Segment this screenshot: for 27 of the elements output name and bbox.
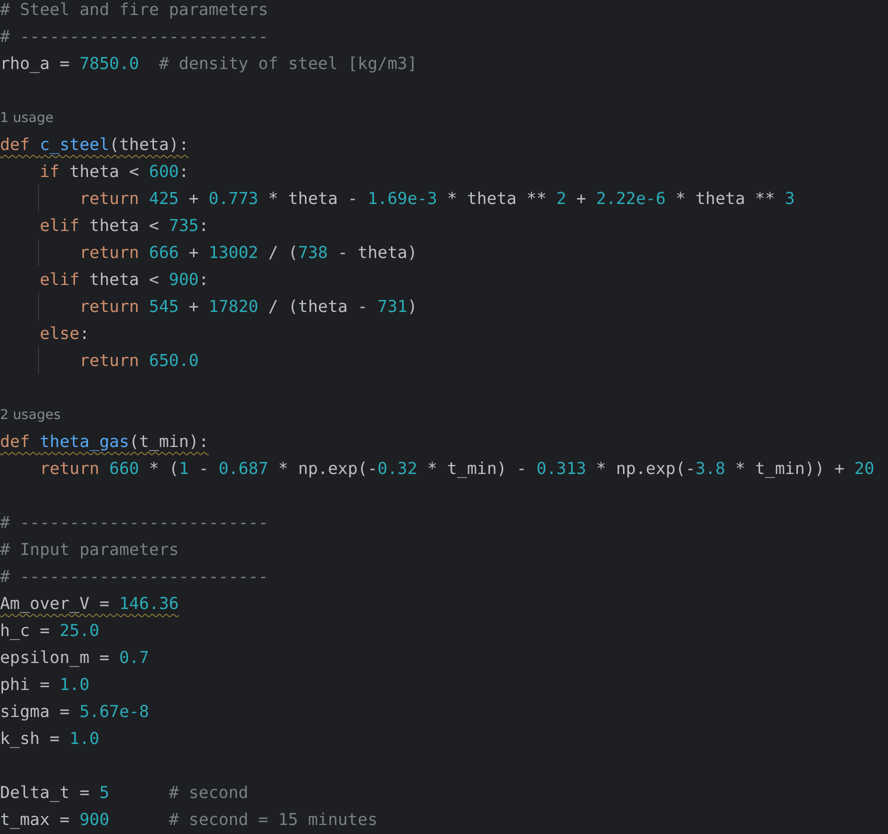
code-line: if theta < 600: (38, 162, 189, 181)
code-line: elif theta < 900: (38, 270, 209, 289)
code-line: rho_a = 7850.0 # density of steel [kg/m3] (0, 54, 418, 73)
code-line: # ------------------------- (0, 513, 268, 532)
code-line: h_c = 25.0 (0, 621, 100, 640)
usages-hint[interactable]: 2 usages (0, 407, 61, 423)
code-line: # ------------------------- (0, 27, 268, 46)
code-line: else: (38, 324, 90, 343)
code-line: return 650.0 (78, 351, 199, 370)
usages-hint[interactable]: 1 usage (0, 110, 54, 126)
code-line: return 660 * (1 - 0.687 * np.exp(-0.32 * t_min) - 0.313 * np.exp(-3.8 * t_min)) + 20 (38, 459, 874, 478)
code-line: # Input parameters (0, 540, 179, 559)
code-line: def c_steel(theta): (0, 135, 189, 154)
code-line: Delta_t = 5 # second (0, 783, 248, 802)
code-line: def theta_gas(t_min): (0, 432, 209, 451)
code-line: return 425 + 0.773 * theta - 1.69e-3 * theta ** 2 + 2.22e-6 * theta ** 3 (78, 189, 795, 208)
code-line: epsilon_m = 0.7 (0, 648, 150, 667)
code-line: return 545 + 17820 / (theta - 731) (78, 297, 418, 316)
code-line: # Steel and fire parameters (0, 0, 268, 19)
code-line: t_max = 900 # second = 15 minutes (0, 810, 378, 829)
code-line: Am_over_V = 146.36 (0, 594, 179, 613)
code-line: phi = 1.0 (0, 675, 90, 694)
code-line: k_sh = 1.0 (0, 729, 100, 748)
code-line: elif theta < 735: (38, 216, 209, 235)
code-line: # ------------------------- (0, 567, 268, 586)
code-line: sigma = 5.67e-8 (0, 702, 150, 721)
code-line: return 666 + 13002 / (738 - theta) (78, 243, 418, 262)
